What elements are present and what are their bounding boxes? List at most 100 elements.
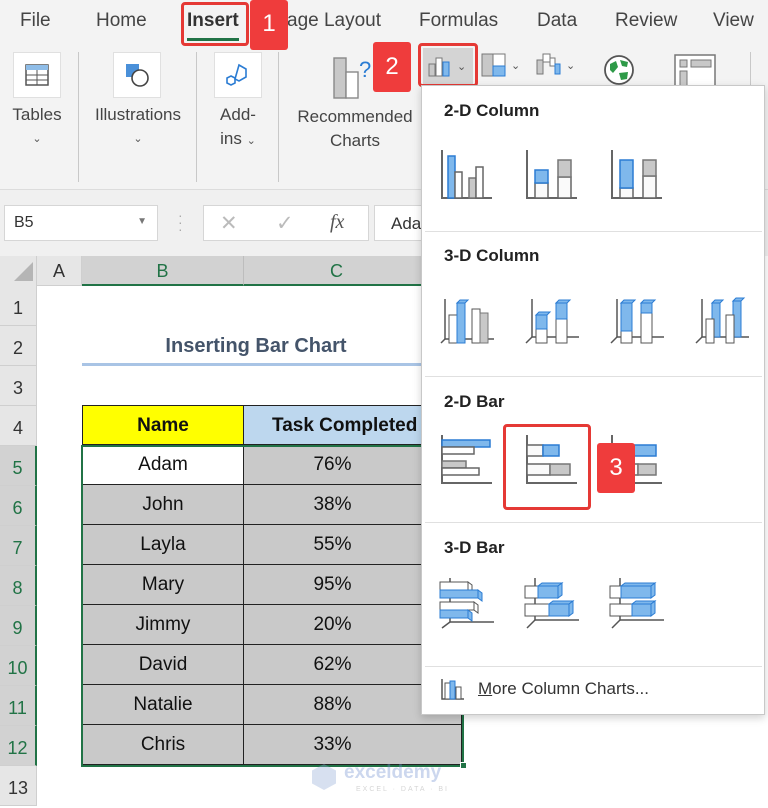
row-header-13[interactable]: 13 — [0, 766, 37, 806]
column-header-a[interactable]: A — [37, 256, 82, 286]
dropdown-arrow-icon[interactable]: ▼ — [137, 216, 147, 227]
pivotchart-icon — [674, 54, 716, 88]
section-title-2d-column: 2-D Column — [444, 101, 540, 120]
chart-option-stacked-column[interactable] — [525, 146, 585, 206]
chart-option-3d-100-stacked-column[interactable] — [610, 291, 670, 351]
cell-name[interactable]: Natalie — [82, 685, 244, 725]
row-header-12[interactable]: 12 — [0, 726, 37, 766]
recommended-charts-button[interactable]: ? — [332, 55, 376, 106]
header-name[interactable]: Name — [82, 405, 244, 445]
more-column-charts-link[interactable]: More Column Charts... — [440, 677, 649, 701]
cell-name[interactable]: Chris — [82, 725, 244, 765]
section-divider — [425, 376, 762, 377]
select-all-triangle-icon — [14, 262, 33, 281]
clustered-bar-icon — [441, 435, 492, 484]
chart-option-3d-clustered-column[interactable] — [440, 291, 500, 351]
row-header-10[interactable]: 10 — [0, 646, 37, 686]
tables-text: Tables — [12, 105, 62, 124]
addins-label[interactable]: Add- ins ⌄ — [206, 103, 270, 153]
3d-100-stacked-bar-icon — [609, 578, 664, 629]
column-header-c[interactable]: C — [244, 256, 429, 286]
watermark-tagline: EXCEL · DATA · BI — [356, 786, 449, 793]
row-header-5[interactable]: 5 — [0, 446, 37, 486]
addins-icon — [226, 63, 247, 86]
tab-review[interactable]: Review — [615, 10, 677, 32]
chart-option-3d-100-stacked-bar[interactable] — [608, 574, 668, 634]
cell-task-completed[interactable]: 33% — [244, 725, 462, 765]
section-divider — [425, 522, 762, 523]
chart-option-3d-clustered-bar[interactable] — [438, 574, 498, 634]
cell-name[interactable]: Layla — [82, 525, 244, 565]
step-2-badge: 2 — [373, 42, 411, 92]
enter-icon[interactable]: ✓ — [276, 211, 294, 236]
chart-option-3d-stacked-bar[interactable] — [523, 574, 583, 634]
step-3-badge: 3 — [597, 443, 635, 493]
tab-home[interactable]: Home — [96, 10, 147, 32]
name-box[interactable]: B5 ▼ — [4, 205, 158, 241]
chart-option-3d-column[interactable] — [695, 291, 755, 351]
row-header-8[interactable]: 8 — [0, 566, 37, 606]
tab-page-layout[interactable]: age Layout — [287, 10, 381, 32]
section-divider — [425, 666, 762, 667]
svg-text:?: ? — [359, 57, 371, 82]
insert-hierarchy-chart-button[interactable]: ⌄ — [480, 52, 520, 78]
stacked-column-icon — [526, 150, 577, 199]
formula-actions: ✕ ✓ fx — [203, 205, 369, 241]
ribbon-separator — [278, 52, 279, 182]
chart-option-3d-stacked-column[interactable] — [525, 291, 585, 351]
illustrations-button[interactable] — [113, 52, 161, 98]
tables-label[interactable]: Tables ⌄ — [4, 103, 70, 151]
row-header-1[interactable]: 1 — [0, 286, 37, 326]
tab-view[interactable]: View — [713, 10, 754, 32]
step-1-highlight — [181, 2, 249, 46]
tables-button[interactable] — [13, 52, 61, 98]
illustrations-label[interactable]: Illustrations ⌄ — [88, 103, 188, 151]
chevron-down-icon: ⌄ — [566, 59, 576, 72]
cell-name[interactable]: David — [82, 645, 244, 685]
chevron-down-icon: ⌄ — [133, 133, 143, 145]
name-box-value: B5 — [14, 214, 34, 231]
cell-name[interactable]: John — [82, 485, 244, 525]
exceldemy-logo-icon — [312, 764, 336, 790]
chart-option-100-stacked-column[interactable] — [610, 146, 670, 206]
column-chart-icon — [441, 679, 464, 700]
chevron-down-icon: ⌄ — [246, 135, 256, 147]
section-divider — [425, 231, 762, 232]
tab-file[interactable]: File — [20, 10, 51, 32]
chart-option-clustered-bar[interactable] — [440, 431, 500, 491]
table-icon — [25, 64, 49, 86]
cell-name[interactable]: Adam — [82, 445, 244, 485]
recommended-charts-label[interactable]: Recommended Charts — [290, 105, 420, 153]
cell-name[interactable]: Jimmy — [82, 605, 244, 645]
step-3-highlight — [503, 424, 591, 510]
tab-formulas[interactable]: Formulas — [419, 10, 498, 32]
formula-bar-grip-icon[interactable]: · · · — [178, 208, 183, 236]
insert-waterfall-chart-button[interactable]: ⌄ — [535, 52, 575, 78]
row-header-4[interactable]: 4 — [0, 406, 37, 446]
chart-option-clustered-column[interactable] — [440, 146, 500, 206]
more-rest: ore Column Charts... — [492, 679, 650, 698]
shapes-icon — [126, 64, 149, 87]
row-header-2[interactable]: 2 — [0, 326, 37, 366]
addins-text-line1: Add- — [220, 105, 256, 124]
column-header-b[interactable]: B — [82, 256, 244, 286]
row-header-11[interactable]: 11 — [0, 686, 37, 726]
cell-name[interactable]: Mary — [82, 565, 244, 605]
row-header-9[interactable]: 9 — [0, 606, 37, 646]
row-header-6[interactable]: 6 — [0, 486, 37, 526]
step-1-badge: 1 — [250, 0, 288, 50]
more-accelerator: M — [478, 679, 493, 698]
recommended-text-line2: Charts — [329, 131, 381, 150]
addins-button[interactable] — [214, 52, 262, 98]
tab-data[interactable]: Data — [537, 10, 577, 32]
cancel-icon[interactable]: ✕ — [220, 211, 238, 236]
row-header-7[interactable]: 7 — [0, 526, 37, 566]
watermark-brand: exceldemy — [344, 762, 442, 783]
addins-text-line2: ins — [220, 129, 242, 148]
clustered-column-icon — [441, 150, 492, 199]
sheet-title[interactable]: Inserting Bar Chart — [82, 326, 430, 366]
insert-function-icon[interactable]: fx — [330, 211, 344, 234]
more-column-charts-label: More Column Charts... — [478, 679, 649, 699]
exceldemy-watermark: exceldemy EXCEL · DATA · BI — [312, 762, 462, 796]
row-header-3[interactable]: 3 — [0, 366, 37, 406]
